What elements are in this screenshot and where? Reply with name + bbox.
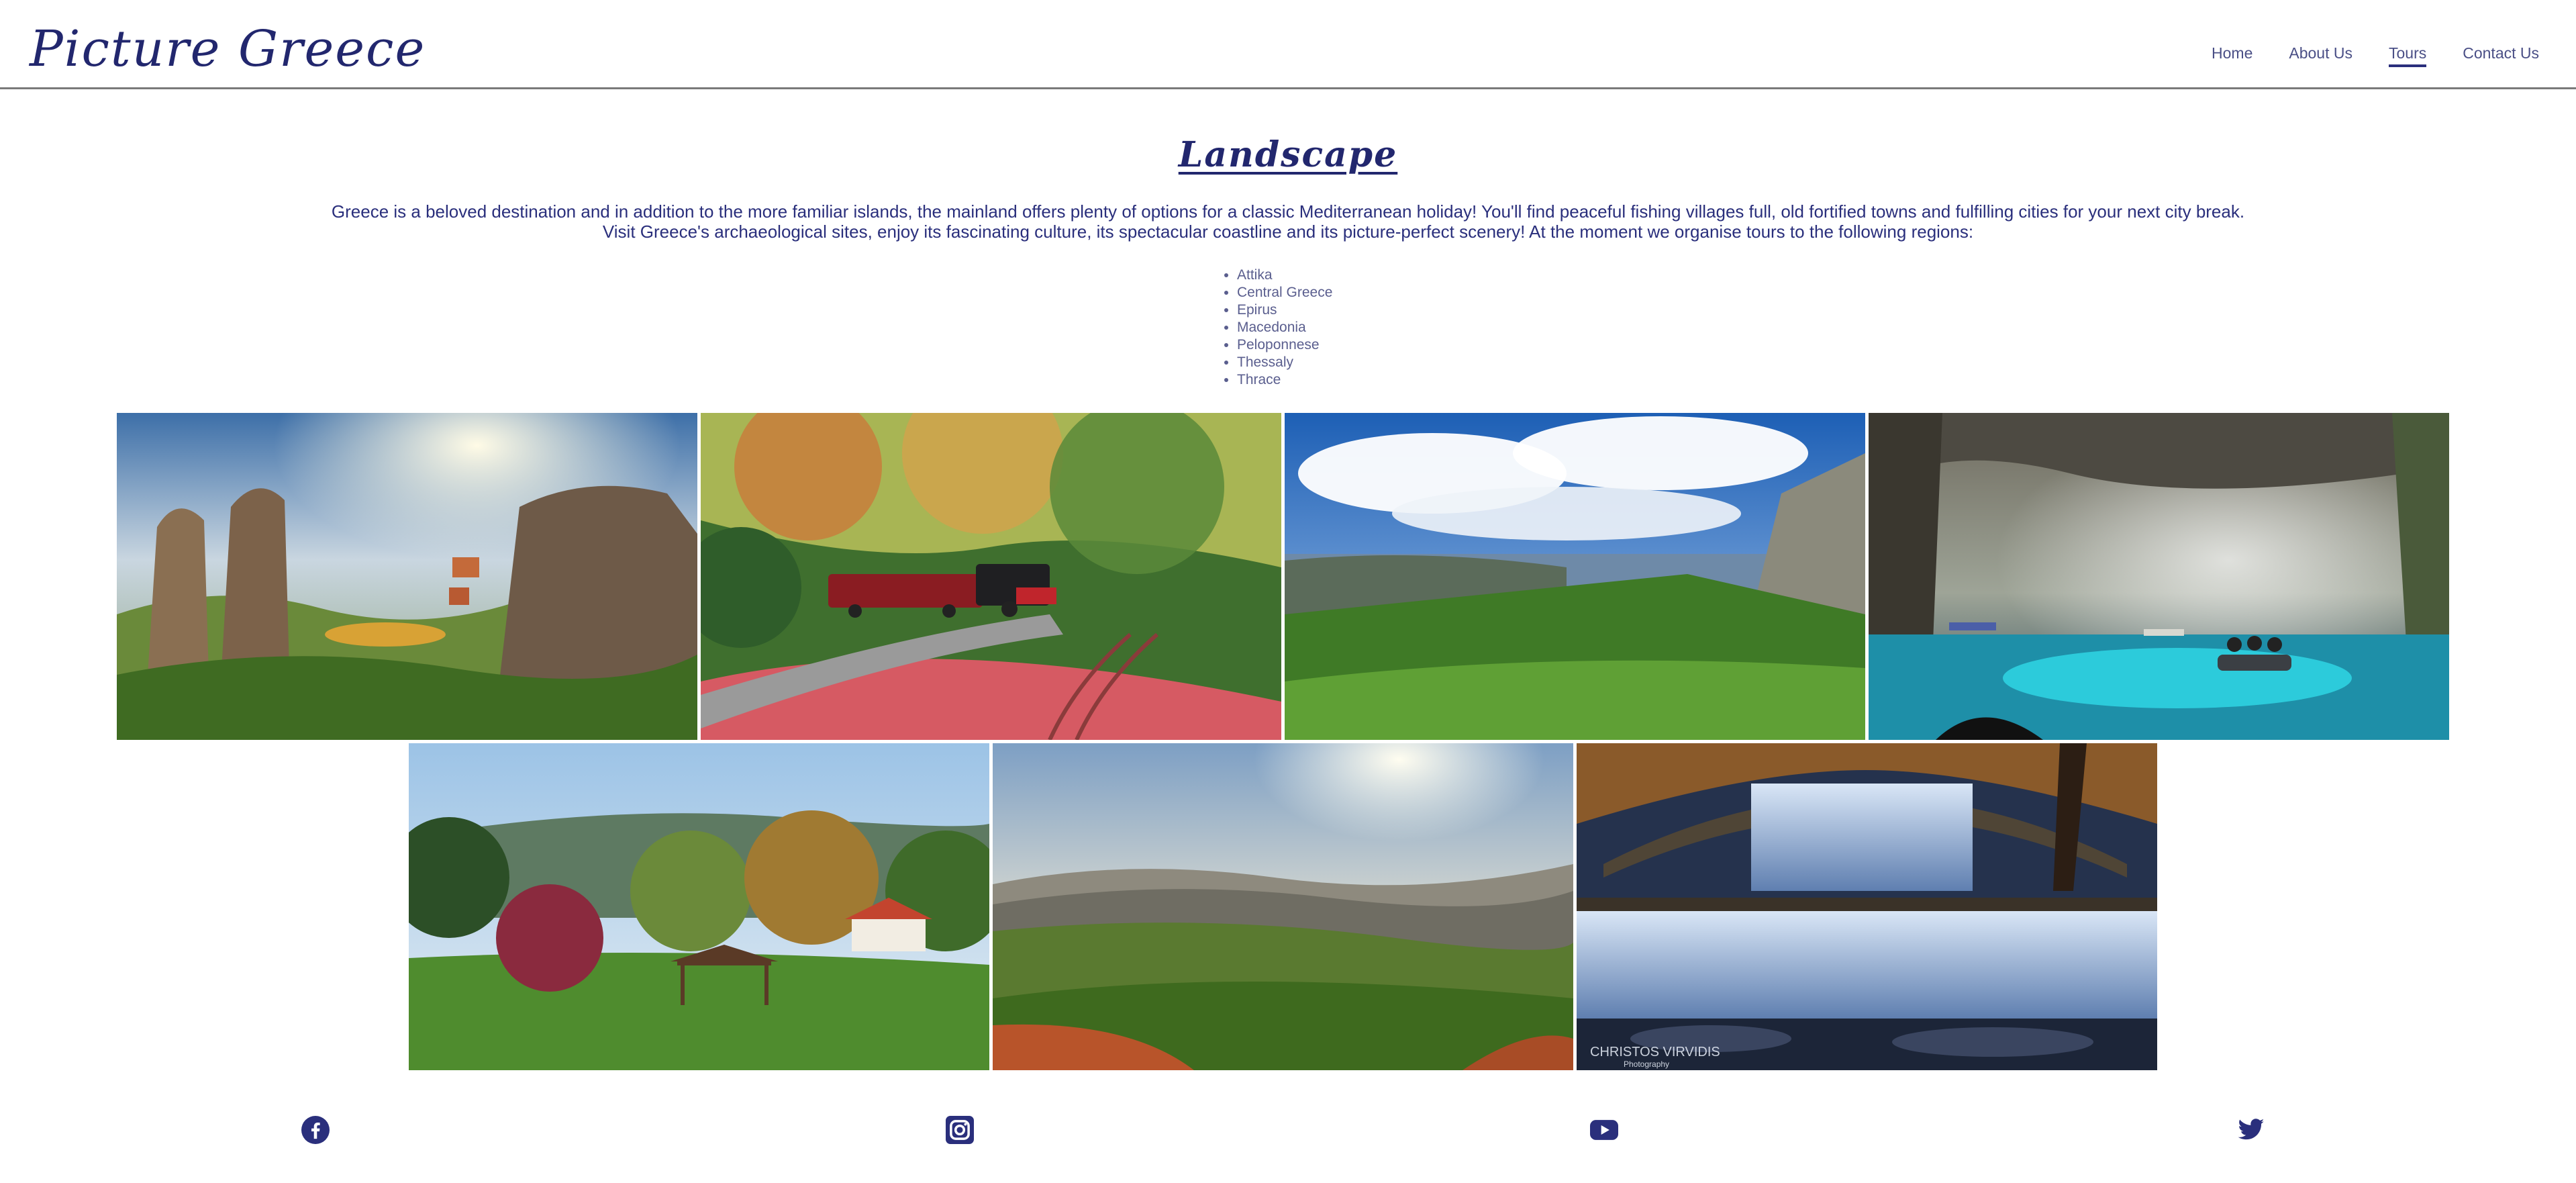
svg-text:Photography: Photography [1624, 1059, 1669, 1069]
region-item: Attika [1237, 267, 1332, 284]
region-item: Macedonia [1237, 319, 1332, 336]
page-title: Landscape [1178, 134, 1398, 175]
twitter-icon[interactable] [2237, 1116, 2265, 1144]
site-header: Picture Greece Home About Us Tours Conta… [0, 0, 2576, 89]
photo-meteora[interactable] [117, 413, 697, 740]
photo-park-gazebo[interactable] [409, 743, 989, 1070]
region-item: Peloponnese [1237, 336, 1332, 354]
nav-home[interactable]: Home [2212, 44, 2252, 62]
photo-mountain-lake[interactable] [1285, 413, 1865, 740]
brand-logo[interactable]: Picture Greece [30, 20, 426, 78]
gallery-row [117, 413, 2449, 740]
facebook-icon[interactable] [301, 1116, 330, 1144]
photo-mountain-valley[interactable] [993, 743, 1573, 1070]
region-item: Thrace [1237, 371, 1332, 389]
photo-cave-lake[interactable] [1869, 413, 2449, 740]
nav-contact-us[interactable]: Contact Us [2463, 44, 2539, 62]
instagram-icon[interactable] [946, 1116, 974, 1144]
nav-tours[interactable]: Tours [2388, 44, 2427, 67]
youtube-icon[interactable] [1590, 1116, 1618, 1144]
photo-waterfall-bridge[interactable]: CHRISTOS VIRVIDIS Photography [1577, 743, 2157, 1070]
gallery-row: CHRISTOS VIRVIDIS Photography [409, 743, 2157, 1070]
region-item: Central Greece [1237, 284, 1332, 301]
svg-text:CHRISTOS VIRVIDIS: CHRISTOS VIRVIDIS [1590, 1045, 1720, 1059]
photo-train-forest[interactable] [701, 413, 1281, 740]
regions-list: Attika Central Greece Epirus Macedonia P… [1237, 267, 1332, 389]
region-item: Epirus [1237, 301, 1332, 319]
region-item: Thessaly [1237, 354, 1332, 371]
intro-paragraph: Greece is a beloved destination and in a… [331, 201, 2245, 242]
main-nav: Home About Us Tours Contact Us [2212, 44, 2539, 67]
nav-about-us[interactable]: About Us [2289, 44, 2352, 62]
